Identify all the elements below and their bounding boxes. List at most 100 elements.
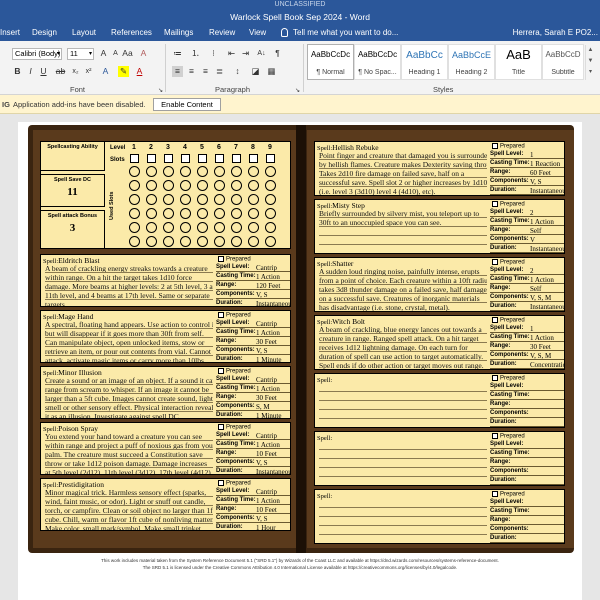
spell-stat-value[interactable]: 2 <box>530 209 534 217</box>
pilcrow-icon[interactable]: ¶ <box>272 48 283 59</box>
used-slot-circle[interactable] <box>231 194 242 205</box>
used-slot-circle[interactable] <box>163 180 174 191</box>
line-spacing-icon[interactable]: ↕ <box>232 66 243 77</box>
used-slot-circle[interactable] <box>248 208 259 219</box>
spell-stat-value[interactable]: 30 Feet <box>256 394 277 402</box>
style-no-spacing[interactable]: AaBbCcDc ¶ No Spac... <box>354 44 401 80</box>
used-slot-circle[interactable] <box>265 194 276 205</box>
tab-layout[interactable]: Layout <box>72 25 96 41</box>
used-slot-circle[interactable] <box>214 236 225 247</box>
prepared-checkbox[interactable]: Prepared <box>492 491 525 498</box>
used-slot-circle[interactable] <box>214 166 225 177</box>
spell-stat-value[interactable]: 60 Feet <box>530 169 551 177</box>
spell-stat-value[interactable]: Cantrip <box>256 432 277 440</box>
used-slot-circle[interactable] <box>180 236 191 247</box>
checkbox-icon[interactable] <box>492 433 498 439</box>
used-slot-circle[interactable] <box>265 236 276 247</box>
increase-indent-icon[interactable]: ⇥ <box>240 48 251 59</box>
spell-stat-value[interactable]: 1 <box>530 151 534 159</box>
tab-design[interactable]: Design <box>32 25 57 41</box>
prepared-checkbox[interactable]: Prepared <box>218 480 251 487</box>
spell-description[interactable]: Point finger and creature that damaged y… <box>319 151 487 195</box>
used-slot-circle[interactable] <box>231 236 242 247</box>
spell-stat-value[interactable]: Concentration <box>530 361 564 369</box>
prepared-checkbox[interactable]: Prepared <box>218 368 251 375</box>
spell-stat-value[interactable]: 1 Reaction <box>530 160 560 168</box>
used-slot-circle[interactable] <box>197 222 208 233</box>
used-slot-circle[interactable] <box>146 208 157 219</box>
slot-count-box[interactable] <box>266 154 275 163</box>
spell-stat-value[interactable]: 1 Minute <box>256 356 281 362</box>
spell-stat-value[interactable]: S, M <box>256 403 270 411</box>
used-slot-circle[interactable] <box>248 194 259 205</box>
used-slot-circle[interactable] <box>163 166 174 177</box>
used-slot-circle[interactable] <box>180 180 191 191</box>
used-slot-circle[interactable] <box>146 236 157 247</box>
used-slot-circle[interactable] <box>265 222 276 233</box>
strikethrough-icon[interactable]: ab <box>55 66 66 77</box>
spell-stat-value[interactable]: Instantaneous <box>256 468 290 474</box>
tab-insert[interactable]: Insert <box>0 25 20 41</box>
used-slot-circle[interactable] <box>163 236 174 247</box>
used-slot-circle[interactable] <box>197 236 208 247</box>
font-color-icon[interactable]: A <box>134 66 145 77</box>
change-case-icon[interactable]: Aa <box>122 48 133 59</box>
prepared-checkbox[interactable]: Prepared <box>492 317 525 324</box>
spell-stat-value[interactable]: V <box>530 236 535 244</box>
spell-stat-value[interactable]: V, S <box>256 291 268 299</box>
multilevel-list-icon[interactable]: ⁝ <box>208 48 219 59</box>
checkbox-icon[interactable] <box>492 143 498 149</box>
bullets-icon[interactable]: ≔ <box>172 48 183 59</box>
spell-stat-value[interactable]: 10 Feet <box>256 450 277 458</box>
prepared-checkbox[interactable]: Prepared <box>492 143 525 150</box>
chevron-up-icon[interactable]: ▲ <box>586 45 595 56</box>
spell-stat-value[interactable]: Instantaneous <box>530 187 564 195</box>
tell-me-search[interactable]: Tell me what you want to do... <box>293 25 398 41</box>
spell-stat-value[interactable]: Self <box>530 285 541 293</box>
used-slot-circle[interactable] <box>214 222 225 233</box>
used-slot-circle[interactable] <box>163 208 174 219</box>
spell-stat-value[interactable]: 1 Action <box>256 273 280 281</box>
prepared-checkbox[interactable]: Prepared <box>492 201 525 208</box>
spell-stat-value[interactable]: Instantaneous <box>256 300 290 306</box>
style-heading-2[interactable]: AaBbCcE Heading 2 <box>448 44 495 80</box>
align-left-icon[interactable]: ≡ <box>172 66 183 77</box>
prepared-checkbox[interactable]: Prepared <box>218 424 251 431</box>
numbering-icon[interactable]: ⒈ <box>190 48 201 59</box>
checkbox-icon[interactable] <box>492 491 498 497</box>
grow-font-icon[interactable]: A <box>98 48 109 59</box>
used-slot-circle[interactable] <box>265 208 276 219</box>
spell-description[interactable]: Create a sound or an image of an object.… <box>45 376 213 418</box>
slot-count-box[interactable] <box>181 154 190 163</box>
spell-stat-value[interactable]: 1 Action <box>256 329 280 337</box>
prepared-checkbox[interactable]: Prepared <box>218 256 251 263</box>
tab-review[interactable]: Review <box>209 25 235 41</box>
style-title[interactable]: AaB Title <box>495 44 542 80</box>
used-slot-circle[interactable] <box>214 208 225 219</box>
spell-stat-value[interactable]: 1 Hour <box>256 524 276 530</box>
used-slot-circle[interactable] <box>248 222 259 233</box>
used-slot-circle[interactable] <box>248 166 259 177</box>
used-slot-circle[interactable] <box>180 222 191 233</box>
slot-count-box[interactable] <box>147 154 156 163</box>
spell-description[interactable]: Briefly surrounded by silvery mist, you … <box>319 209 487 253</box>
user-name[interactable]: Herrera, Sarah E PO2... <box>513 25 598 41</box>
used-slot-circle[interactable] <box>129 208 140 219</box>
spell-stat-value[interactable]: 120 Feet <box>256 282 280 290</box>
spell-description[interactable] <box>319 441 487 485</box>
used-slot-circle[interactable] <box>214 180 225 191</box>
slot-count-box[interactable] <box>130 154 139 163</box>
checkbox-icon[interactable] <box>492 259 498 265</box>
used-slot-circle[interactable] <box>163 222 174 233</box>
spell-stat-value[interactable]: 10 Feet <box>256 506 277 514</box>
spell-stat-value[interactable]: 1 Action <box>256 497 280 505</box>
used-slot-circle[interactable] <box>163 194 174 205</box>
checkbox-icon[interactable] <box>492 375 498 381</box>
style-normal[interactable]: AaBbCcDc ¶ Normal <box>307 44 354 80</box>
enable-content-button[interactable]: Enable Content <box>153 98 221 111</box>
spell-stat-value[interactable]: V, S, M <box>530 352 551 360</box>
prepared-checkbox[interactable]: Prepared <box>492 375 525 382</box>
used-slot-circle[interactable] <box>129 236 140 247</box>
used-slot-circle[interactable] <box>180 194 191 205</box>
spell-stat-value[interactable]: 1 Action <box>256 385 280 393</box>
